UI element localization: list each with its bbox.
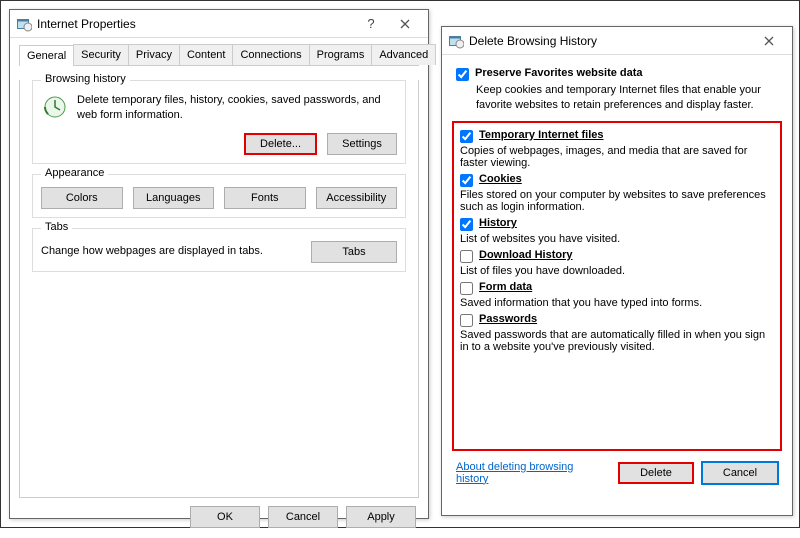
preserve-favorites-desc: Keep cookies and temporary Internet file… xyxy=(476,83,778,113)
dbh-item-4[interactable]: Form data xyxy=(460,281,774,295)
bh-desc: Delete temporary files, history, cookies… xyxy=(77,93,397,123)
dbh-item-0[interactable]: Temporary Internet files xyxy=(460,129,774,143)
apply-button[interactable]: Apply xyxy=(346,506,416,528)
internet-options-icon xyxy=(448,33,464,49)
dbh-item-2[interactable]: History xyxy=(460,217,774,231)
dbh-item-checkbox-1[interactable] xyxy=(460,174,473,187)
dbh-item-label-4: Form data xyxy=(479,281,532,293)
cancel-button[interactable]: Cancel xyxy=(268,506,338,528)
dbh-item-label-1: Cookies xyxy=(479,173,522,185)
dbh-item-checkbox-4[interactable] xyxy=(460,282,473,295)
tab-content[interactable]: Content xyxy=(179,44,234,65)
ok-button[interactable]: OK xyxy=(190,506,260,528)
bh-group-title: Browsing history xyxy=(41,73,130,85)
preserve-favorites-checkbox[interactable]: Preserve Favorites website data xyxy=(456,67,778,81)
tab-security[interactable]: Security xyxy=(73,44,129,65)
dbh-item-desc-3: List of files you have downloaded. xyxy=(460,265,774,277)
dbh-item-checkbox-3[interactable] xyxy=(460,250,473,263)
delete-confirm-button[interactable]: Delete xyxy=(618,462,694,484)
close-button[interactable] xyxy=(388,13,422,35)
help-button[interactable]: ? xyxy=(354,13,388,35)
dbh-item-checkbox-5[interactable] xyxy=(460,314,473,327)
ip-titlebar: Internet Properties ? xyxy=(10,10,428,38)
dbh-item-3[interactable]: Download History xyxy=(460,249,774,263)
tab-programs[interactable]: Programs xyxy=(309,44,373,65)
tab-advanced[interactable]: Advanced xyxy=(371,44,436,65)
dbh-item-desc-5: Saved passwords that are automatically f… xyxy=(460,329,774,353)
tabs-group-title: Tabs xyxy=(41,221,72,233)
fonts-button[interactable]: Fonts xyxy=(224,187,306,209)
dbh-titlebar: Delete Browsing History xyxy=(442,27,792,55)
tab-general[interactable]: General xyxy=(19,45,74,66)
close-button[interactable] xyxy=(752,30,786,52)
ip-tabstrip: General Security Privacy Content Connect… xyxy=(19,44,419,66)
tabs-button[interactable]: Tabs xyxy=(311,241,397,263)
about-deleting-link[interactable]: About deleting browsing history xyxy=(456,461,602,485)
dbh-item-label-2: History xyxy=(479,217,517,229)
dbh-item-desc-1: Files stored on your computer by website… xyxy=(460,189,774,213)
history-clock-icon xyxy=(41,93,69,121)
accessibility-button[interactable]: Accessibility xyxy=(316,187,398,209)
ip-title: Internet Properties xyxy=(37,17,354,31)
colors-button[interactable]: Colors xyxy=(41,187,123,209)
tab-privacy[interactable]: Privacy xyxy=(128,44,180,65)
delete-history-button[interactable]: Delete... xyxy=(244,133,317,155)
appearance-group-title: Appearance xyxy=(41,167,108,179)
settings-button[interactable]: Settings xyxy=(327,133,397,155)
tabs-desc: Change how webpages are displayed in tab… xyxy=(41,244,301,259)
dbh-item-5[interactable]: Passwords xyxy=(460,313,774,327)
internet-options-icon xyxy=(16,16,32,32)
dbh-item-checkbox-0[interactable] xyxy=(460,130,473,143)
dbh-title: Delete Browsing History xyxy=(469,34,752,48)
tab-connections[interactable]: Connections xyxy=(232,44,309,65)
dbh-item-desc-2: List of websites you have visited. xyxy=(460,233,774,245)
preserve-favorites-label: Preserve Favorites website data xyxy=(475,67,643,79)
dbh-item-checkbox-2[interactable] xyxy=(460,218,473,231)
dbh-item-label-3: Download History xyxy=(479,249,573,261)
dbh-item-label-0: Temporary Internet files xyxy=(479,129,604,141)
cancel-dialog-button[interactable]: Cancel xyxy=(702,462,778,484)
dbh-item-desc-4: Saved information that you have typed in… xyxy=(460,297,774,309)
preserve-favorites-input[interactable] xyxy=(456,68,469,81)
dbh-item-label-5: Passwords xyxy=(479,313,537,325)
dbh-item-desc-0: Copies of webpages, images, and media th… xyxy=(460,145,774,169)
dbh-item-1[interactable]: Cookies xyxy=(460,173,774,187)
languages-button[interactable]: Languages xyxy=(133,187,215,209)
